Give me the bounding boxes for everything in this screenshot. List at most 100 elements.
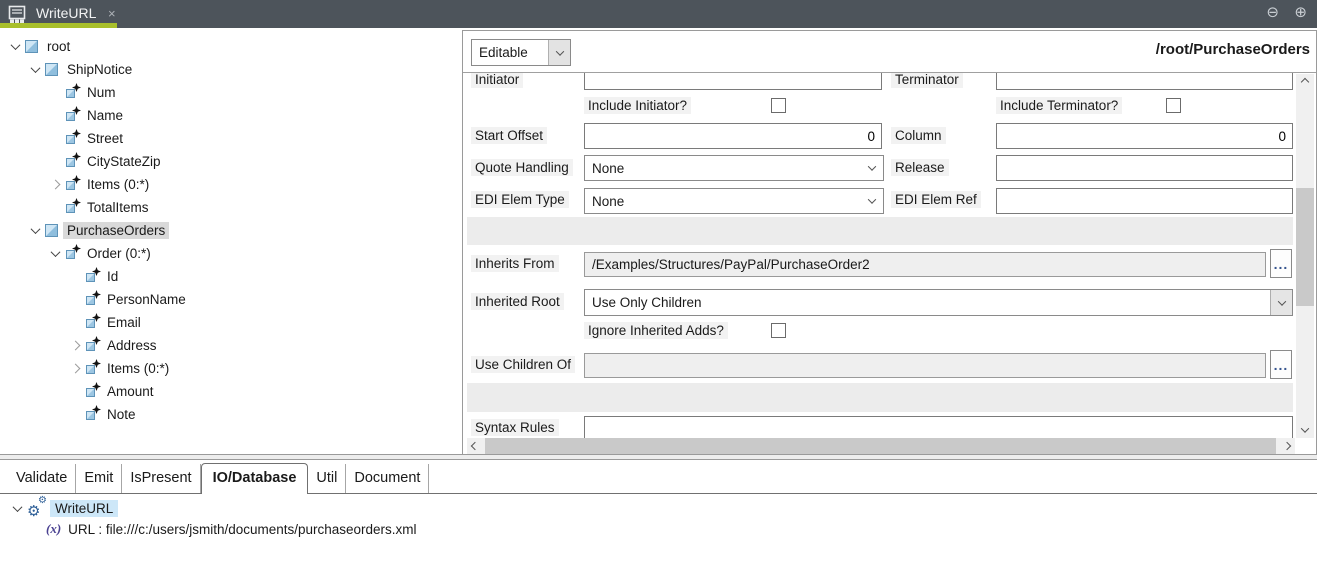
tree-item-shipnotice[interactable]: ShipNotice (0, 58, 460, 81)
chevron-right-icon[interactable] (46, 181, 64, 188)
tree-item-items[interactable]: Items (0:*) (0, 173, 460, 196)
vertical-scrollbar[interactable] (1296, 74, 1314, 438)
tree-item-label: Street (83, 130, 127, 147)
scroll-down-icon[interactable] (1296, 422, 1314, 438)
element-leaf-icon (64, 177, 83, 192)
element-leaf-icon (84, 384, 103, 399)
edi-elem-ref-input[interactable] (996, 188, 1293, 214)
vertical-scrollbar-thumb[interactable] (1296, 188, 1314, 306)
tree-item-label: Amount (103, 383, 158, 400)
tree-item-order-items[interactable]: Items (0:*) (0, 357, 460, 380)
use-children-of-browse-button[interactable]: ... (1270, 350, 1292, 379)
edit-mode-dropdown[interactable]: Editable (471, 39, 571, 66)
inherited-root-dropdown[interactable]: Use Only Children (584, 289, 1293, 316)
quote-handling-dropdown[interactable]: None (584, 155, 884, 181)
quote-handling-label: Quote Handling (471, 159, 573, 176)
element-leaf-icon (64, 108, 83, 123)
tab-document[interactable]: Document (346, 464, 429, 493)
document-tab-title[interactable]: WriteURL (36, 5, 96, 21)
structure-tree: root ShipNotice Num Name Street CityStat… (0, 28, 460, 455)
tab-util[interactable]: Util (308, 464, 346, 493)
io-url-text: URL : file:///c:/users/jsmith/documents/… (68, 522, 416, 537)
bottom-tab-bar: Validate Emit IsPresent IO/Database Util… (0, 460, 1317, 494)
tab-io-database[interactable]: IO/Database (201, 463, 309, 494)
tab-ispresent[interactable]: IsPresent (122, 464, 200, 493)
section-separator (467, 217, 1293, 245)
collapse-all-icon[interactable]: ⊖ (1266, 3, 1279, 21)
tree-item-label: TotalItems (83, 199, 153, 216)
scroll-right-icon[interactable] (1279, 438, 1295, 454)
chevron-down-icon[interactable] (46, 250, 64, 257)
tree-item-num[interactable]: Num (0, 81, 460, 104)
io-node-label[interactable]: WriteURL (50, 500, 118, 517)
release-input[interactable] (996, 155, 1293, 181)
edi-elem-type-value: None (585, 194, 861, 209)
element-leaf-icon (84, 292, 103, 307)
tree-item-id[interactable]: Id (0, 265, 460, 288)
chevron-down-icon[interactable] (26, 227, 44, 234)
horizontal-scrollbar[interactable] (467, 438, 1295, 454)
tab-emit[interactable]: Emit (76, 464, 122, 493)
element-leaf-icon (64, 200, 83, 215)
horizontal-scrollbar-thumb[interactable] (485, 438, 1276, 454)
io-url-row[interactable]: (x) URL : file:///c:/users/jsmith/docume… (46, 521, 417, 537)
tree-item-label: Address (103, 337, 161, 354)
start-offset-input[interactable] (584, 123, 882, 149)
inherited-root-label: Inherited Root (471, 293, 564, 310)
edit-mode-value: Editable (472, 45, 548, 60)
tree-item-label: Note (103, 406, 140, 423)
tree-item-email[interactable]: Email (0, 311, 460, 334)
tree-item-purchaseorders[interactable]: PurchaseOrders (0, 219, 460, 242)
expand-all-icon[interactable]: ⊕ (1294, 3, 1307, 21)
close-tab-icon[interactable]: × (108, 6, 116, 21)
inherited-root-value: Use Only Children (585, 295, 1270, 310)
tree-item-label: CityStateZip (83, 153, 165, 170)
tree-item-label: ShipNotice (63, 61, 136, 78)
chevron-down-icon[interactable] (548, 40, 570, 65)
tree-item-label: root (43, 38, 74, 55)
tree-item-totalitems[interactable]: TotalItems (0, 196, 460, 219)
syntax-rules-input[interactable] (584, 416, 1293, 438)
column-input[interactable] (996, 123, 1293, 149)
tree-item-label: Num (83, 84, 120, 101)
include-initiator-checkbox[interactable] (771, 98, 786, 113)
terminator-label: Terminator (891, 71, 963, 88)
chevron-down-icon[interactable] (8, 505, 26, 512)
element-leaf-icon (64, 154, 83, 169)
properties-form: Initiator Terminator Include Initiator? … (463, 31, 1295, 438)
use-children-of-label: Use Children Of (471, 356, 575, 373)
io-writeurl-node[interactable]: ⚙ ⚙ WriteURL (0, 497, 118, 519)
tree-item-personname[interactable]: PersonName (0, 288, 460, 311)
chevron-down-icon[interactable] (861, 156, 883, 180)
tree-item-order[interactable]: Order (0:*) (0, 242, 460, 265)
scroll-left-icon[interactable] (467, 438, 483, 454)
include-terminator-checkbox[interactable] (1166, 98, 1181, 113)
tree-item-note[interactable]: Note (0, 403, 460, 426)
tree-item-label: Email (103, 314, 145, 331)
chevron-right-icon[interactable] (66, 365, 84, 372)
chevron-down-icon[interactable] (6, 43, 24, 50)
include-terminator-label: Include Terminator? (996, 97, 1122, 114)
tab-validate[interactable]: Validate (8, 464, 76, 493)
column-label: Column (891, 127, 946, 144)
edi-elem-type-dropdown[interactable]: None (584, 188, 884, 214)
tree-item-label: Name (83, 107, 127, 124)
tree-item-address[interactable]: Address (0, 334, 460, 357)
tree-item-label: Order (0:*) (83, 245, 155, 262)
chevron-down-icon[interactable] (861, 189, 883, 213)
chevron-down-icon[interactable] (26, 66, 44, 73)
inherits-from-browse-button[interactable]: ... (1270, 249, 1292, 278)
chevron-right-icon[interactable] (66, 342, 84, 349)
initiator-label: Initiator (471, 71, 523, 88)
tree-item-citystatezip[interactable]: CityStateZip (0, 150, 460, 173)
tree-item-root[interactable]: root (0, 35, 460, 58)
scroll-up-icon[interactable] (1296, 74, 1314, 90)
include-initiator-label: Include Initiator? (584, 97, 691, 114)
element-leaf-icon (64, 246, 83, 261)
tree-item-amount[interactable]: Amount (0, 380, 460, 403)
tree-item-street[interactable]: Street (0, 127, 460, 150)
gears-icon: ⚙ ⚙ (26, 499, 48, 518)
tree-item-name[interactable]: Name (0, 104, 460, 127)
chevron-down-icon[interactable] (1270, 290, 1292, 315)
ignore-inherited-adds-checkbox[interactable] (771, 323, 786, 338)
